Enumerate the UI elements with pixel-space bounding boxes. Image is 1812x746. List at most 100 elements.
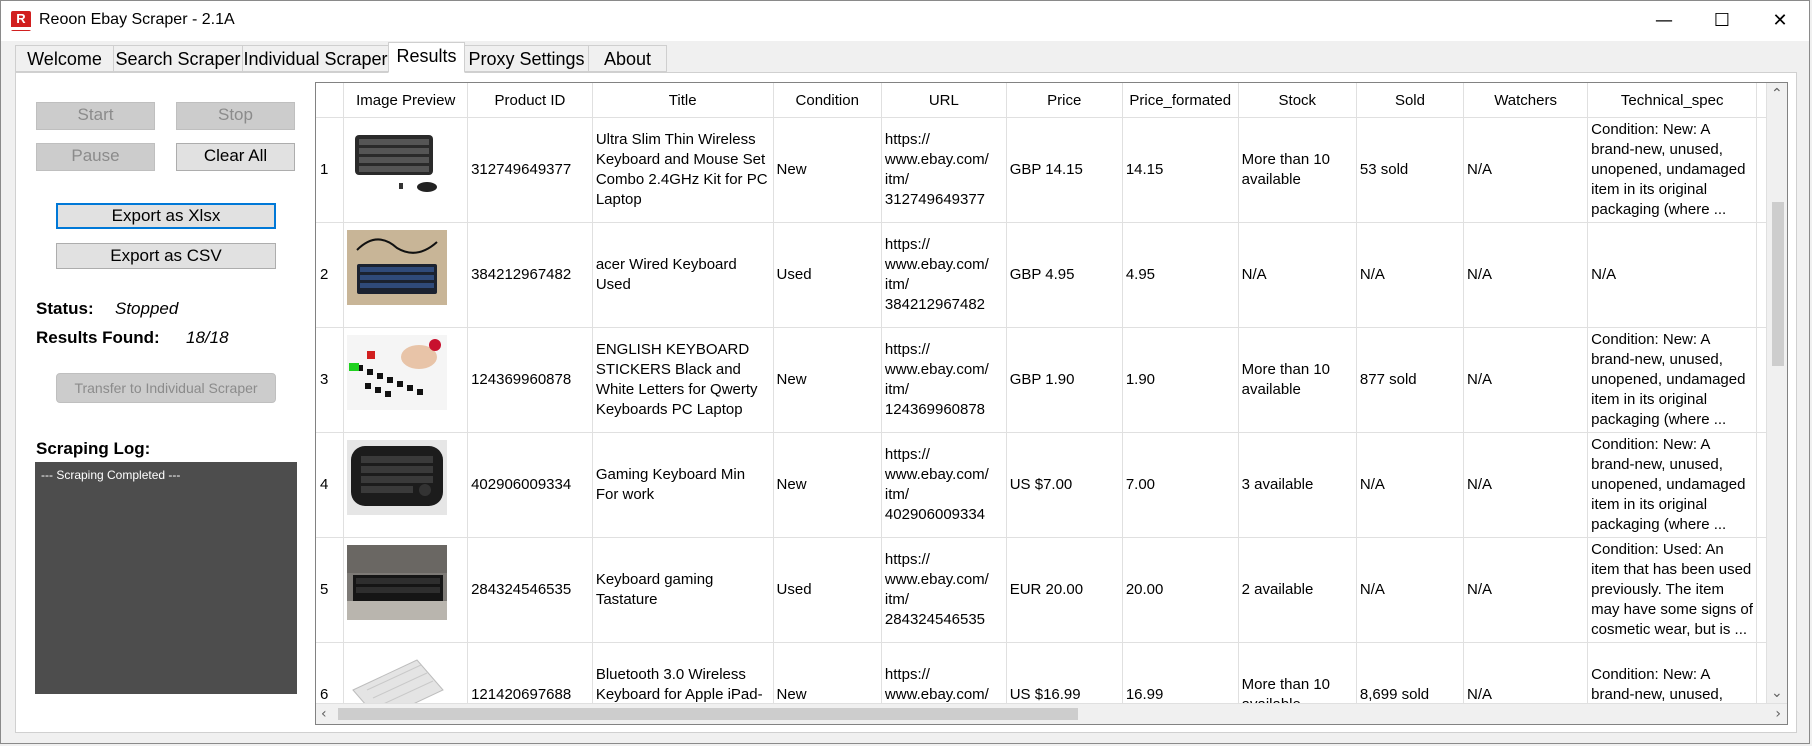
product-id: 402906009334 [467,432,593,538]
horizontal-scrollbar[interactable]: ‹ › [316,703,1787,724]
header-title[interactable]: Title [592,83,774,118]
header-url[interactable]: URL [881,83,1007,118]
vertical-scroll-thumb[interactable] [1772,202,1784,366]
header-sold[interactable]: Sold [1356,83,1465,118]
transfer-button[interactable]: Transfer to Individual Scraper [56,373,276,403]
maximize-icon[interactable]: ☐ [1693,1,1751,41]
url-cell: https:// www.ebay.com/ itm/ 284324546535 [881,537,1007,643]
keyboard-stickers-image [347,334,448,410]
header-watchers[interactable]: Watchers [1463,83,1589,118]
technical-spec-cell: Condition: New: A brand-new, unused, uno… [1587,432,1758,538]
table-row[interactable]: 2 384212967482 acer Wired Keyboard Used … [316,222,1787,328]
start-button[interactable]: Start [36,102,155,130]
stock-cell: 3 available [1238,432,1357,538]
url-cell: https:// www.ebay.com/ itm/ 312749649377 [881,117,1007,223]
technical-spec-cell: Condition: New: A brand-new, unused, uno… [1587,117,1758,223]
price-formated-cell: 4.95 [1122,222,1239,328]
stock-cell: N/A [1238,222,1357,328]
table-row[interactable]: 4 402906009334 Gaming Keyboard Min For w… [316,432,1787,538]
technical-spec-cell: N/A [1587,222,1758,328]
watchers-cell: N/A [1463,117,1589,223]
product-id: 384212967482 [467,222,593,328]
title-cell: Gaming Keyboard Min For work [592,432,774,538]
scroll-right-icon[interactable]: › [1775,705,1781,723]
table-row[interactable]: 1 312749649377 Ultra Slim Thin Wireless … [316,117,1787,223]
gaming-keyboard-image [347,544,448,620]
product-id: 312749649377 [467,117,593,223]
sold-cell: 877 sold [1356,327,1465,433]
scroll-down-icon[interactable]: ⌄ [1771,684,1783,702]
acer-keyboard-image [347,229,448,305]
stock-cell: More than 10 available [1238,117,1357,223]
tab-results[interactable]: Results [388,42,465,73]
tab-welcome[interactable]: Welcome [15,45,114,72]
header-image-preview[interactable]: Image Preview [343,83,469,118]
table-row[interactable]: 5 284324546535 Keyboard gaming Tastature… [316,537,1787,643]
horizontal-scroll-thumb[interactable] [338,708,1078,720]
price-formated-cell: 14.15 [1122,117,1239,223]
pause-button[interactable]: Pause [36,143,155,171]
image-preview [343,537,469,643]
header-price-formated[interactable]: Price_formated [1122,83,1239,118]
watchers-cell: N/A [1463,327,1589,433]
header-price[interactable]: Price [1006,83,1123,118]
keyboard-mouse-image [347,124,448,200]
tab-proxy-settings[interactable]: Proxy Settings [464,45,589,72]
scroll-up-icon[interactable]: ⌃ [1771,85,1783,103]
condition-cell: Used [773,222,882,328]
stock-cell: 2 available [1238,537,1357,643]
table-header: Image Preview Product ID Title Condition… [316,83,1787,118]
results-table[interactable]: Image Preview Product ID Title Condition… [315,82,1788,725]
tab-individual-scraper[interactable]: Individual Scraper [242,45,389,72]
clear-all-button[interactable]: Clear All [176,143,295,171]
sold-cell: 53 sold [1356,117,1465,223]
condition-cell: New [773,117,882,223]
header-technical-spec[interactable]: Technical_spec [1587,83,1758,118]
vertical-scrollbar[interactable]: ⌃ ⌄ [1766,83,1787,704]
condition-cell: New [773,432,882,538]
stop-button[interactable]: Stop [176,102,295,130]
header-rownum [316,83,345,118]
header-condition[interactable]: Condition [773,83,882,118]
technical-spec-cell: Condition: New: A brand-new, unused, uno… [1587,327,1758,433]
sold-cell: N/A [1356,432,1465,538]
title-cell: Keyboard gaming Tastature [592,537,774,643]
price-cell: GBP 4.95 [1006,222,1123,328]
product-id: 124369960878 [467,327,593,433]
status-label: Status: [36,299,94,318]
image-preview [343,327,469,433]
stock-cell: More than 10 available [1238,327,1357,433]
url-cell: https:// www.ebay.com/ itm/ 402906009334 [881,432,1007,538]
image-preview [343,432,469,538]
price-cell: GBP 14.15 [1006,117,1123,223]
row-number: 3 [316,327,345,433]
results-found-label: Results Found: [36,328,160,347]
header-product-id[interactable]: Product ID [467,83,593,118]
scraping-log: --- Scraping Completed --- [35,462,297,694]
scroll-left-icon[interactable]: ‹ [321,705,327,723]
row-number: 4 [316,432,345,538]
table-row[interactable]: 3 124369960878 ENGLISH KEYBOARD STICKERS… [316,327,1787,433]
export-csv-button[interactable]: Export as CSV [56,243,276,269]
export-xlsx-button[interactable]: Export as Xlsx [56,203,276,229]
url-cell: https:// www.ebay.com/ itm/ 124369960878 [881,327,1007,433]
title-cell: ENGLISH KEYBOARD STICKERS Black and Whit… [592,327,774,433]
price-formated-cell: 1.90 [1122,327,1239,433]
title-bar: R Reoon Ebay Scraper - 2.1A — ☐ ✕ [1,1,1809,41]
window-title: Reoon Ebay Scraper - 2.1A [39,11,235,28]
tab-about[interactable]: About [588,45,667,72]
price-cell: EUR 20.00 [1006,537,1123,643]
close-icon[interactable]: ✕ [1751,1,1809,41]
sold-cell: N/A [1356,537,1465,643]
price-cell: GBP 1.90 [1006,327,1123,433]
row-number: 1 [316,117,345,223]
product-id: 284324546535 [467,537,593,643]
results-found-value: 18/18 [186,328,229,347]
price-formated-cell: 20.00 [1122,537,1239,643]
mini-keyboard-image [347,439,448,515]
tab-search-scraper[interactable]: Search Scraper [113,45,243,72]
header-stock[interactable]: Stock [1238,83,1357,118]
app-window: R Reoon Ebay Scraper - 2.1A — ☐ ✕ Welcom… [0,0,1810,744]
minimize-icon[interactable]: — [1635,1,1693,41]
condition-cell: Used [773,537,882,643]
